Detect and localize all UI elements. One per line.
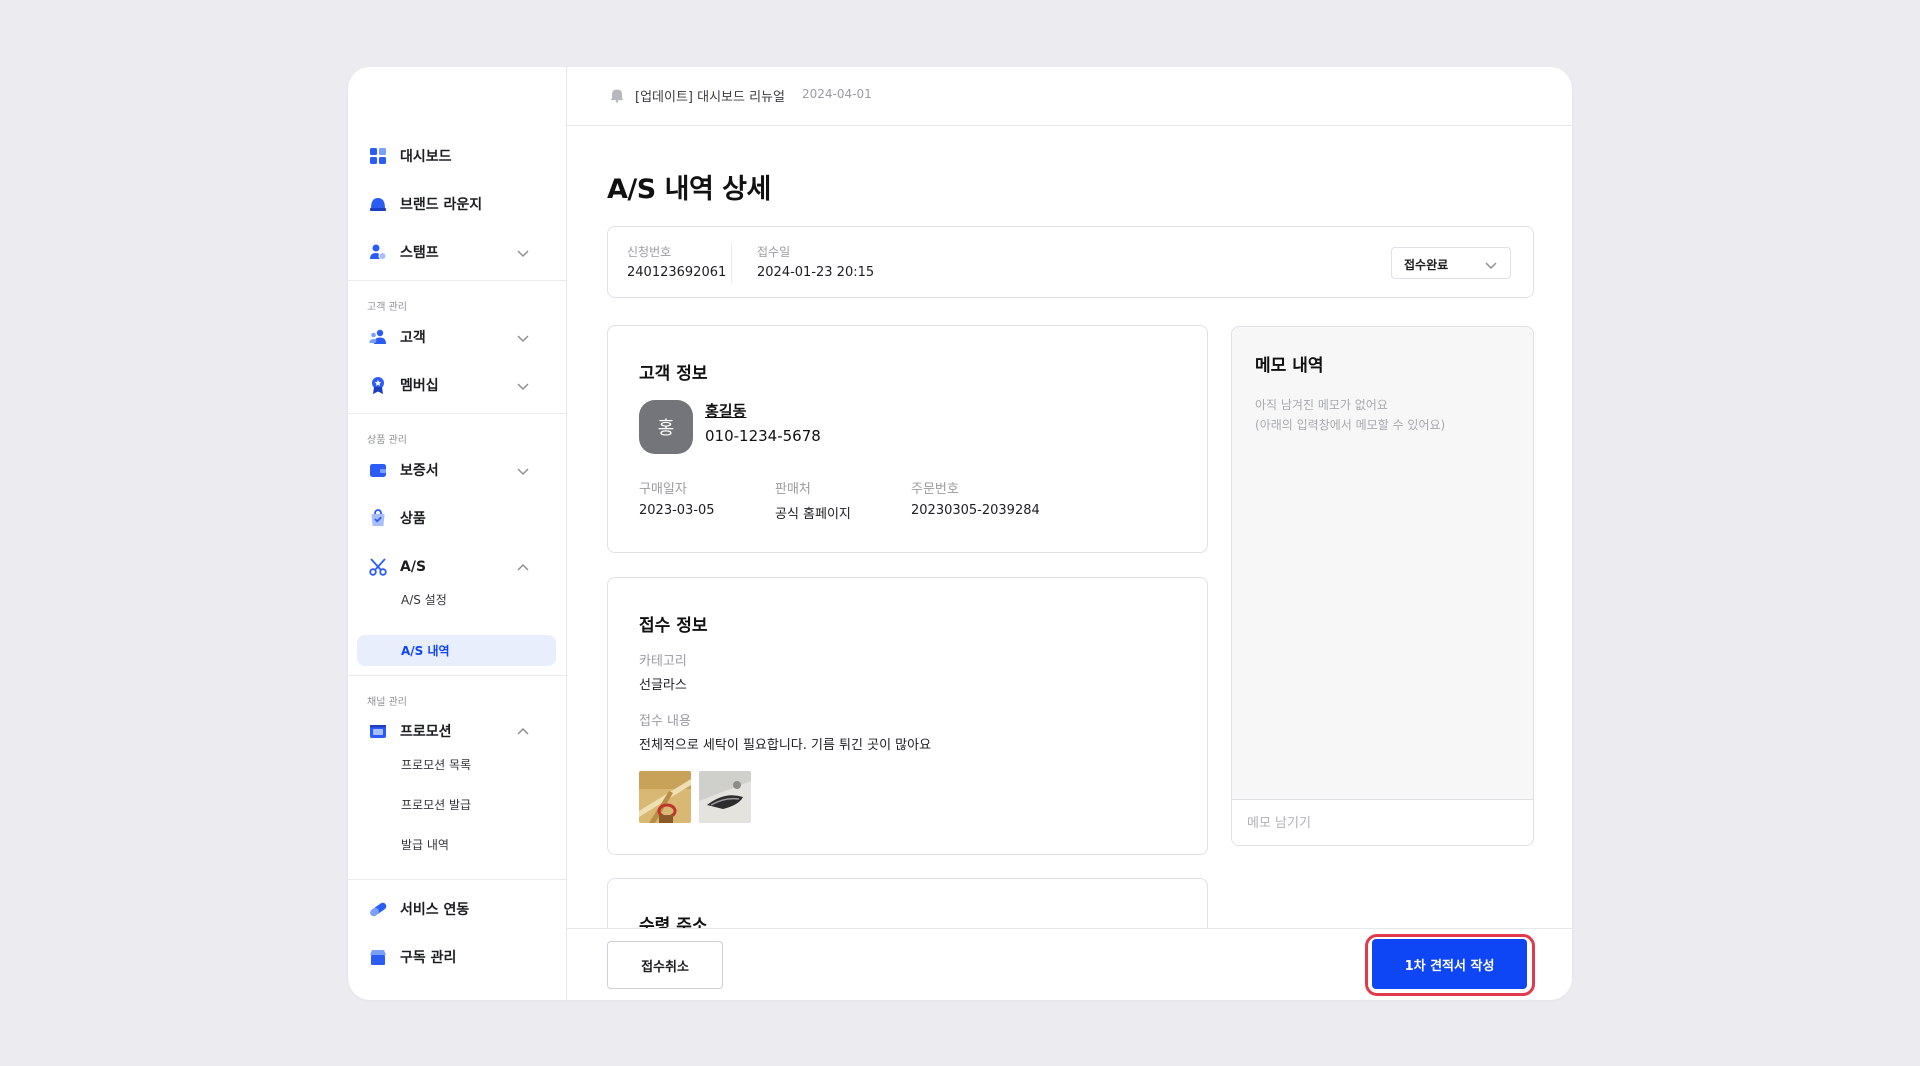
summary-box: 신청번호 240123692061 접수일 2024-01-23 20:15 접… xyxy=(607,226,1534,298)
chevron-up-icon xyxy=(516,724,530,738)
sidebar-subitem-as-history[interactable]: A/S 내역 xyxy=(401,641,450,661)
sidebar-item-label: 스탬프 xyxy=(400,245,439,261)
badge-icon xyxy=(368,375,388,395)
sidebar-subitem-as-settings[interactable]: A/S 설정 xyxy=(401,590,447,610)
cancel-reception-button[interactable]: 접수취소 xyxy=(607,941,723,989)
attachment-thumbnail[interactable] xyxy=(699,771,751,823)
order-no-label: 주문번호 xyxy=(911,482,959,497)
sidebar-item-label: 대시보드 xyxy=(400,149,452,165)
chevron-down-icon xyxy=(516,378,530,392)
status-select[interactable]: 접수완료 xyxy=(1391,247,1511,279)
main-content: [업데이트] 대시보드 리뉴얼 2024-04-01 A/S 내역 상세 신청번… xyxy=(567,67,1572,1000)
section-title-product: 상품 관리 xyxy=(367,435,407,446)
sidebar-item-customer[interactable]: 고객 xyxy=(368,321,550,353)
dashboard-icon xyxy=(368,146,388,166)
notice-date: 2024-04-01 xyxy=(802,87,872,101)
wallet-icon xyxy=(368,460,388,480)
sidebar-item-label: 상품 xyxy=(400,511,426,527)
sidebar-divider xyxy=(348,675,566,676)
seller-label: 판매처 xyxy=(775,482,811,497)
request-no-label: 신청번호 xyxy=(627,245,672,259)
received-at: 2024-01-23 20:15 xyxy=(757,265,875,280)
category-label: 카테고리 xyxy=(639,654,687,669)
stamp-icon xyxy=(368,242,388,262)
lounge-icon xyxy=(368,194,388,214)
memo-panel: 메모 내역 아직 남겨진 메모가 없어요 (아래의 입력창에서 메모할 수 있어… xyxy=(1231,326,1534,846)
memo-empty-line: 아직 남겨진 메모가 없어요 xyxy=(1255,398,1388,412)
sidebar-item-label: 구독 관리 xyxy=(400,950,457,966)
sidebar-item-label: 브랜드 라운지 xyxy=(400,197,483,213)
attachment-thumbnail[interactable] xyxy=(639,771,691,823)
sidebar-divider xyxy=(348,879,566,880)
chevron-down-icon xyxy=(516,245,530,259)
content-label: 접수 내용 xyxy=(639,714,691,729)
notice-bar[interactable]: [업데이트] 대시보드 리뉴얼 2024-04-01 xyxy=(567,67,1572,126)
sidebar-divider xyxy=(348,280,566,281)
category-value: 선글라스 xyxy=(639,678,687,693)
app-window: 대시보드 브랜드 라운지 스탬프 고객 관리 고객 멤버십 상품 관리 보증서 … xyxy=(348,67,1572,1000)
chevron-down-icon xyxy=(1484,257,1498,271)
purchase-date: 2023-03-05 xyxy=(639,503,715,518)
bell-icon xyxy=(609,87,625,103)
content-value: 전체적으로 세탁이 필요합니다. 기름 튀긴 곳이 많아요 xyxy=(639,738,932,753)
sidebar-subitem-promo-list[interactable]: 프로모션 목록 xyxy=(401,755,471,775)
sidebar-item-stamp[interactable]: 스탬프 xyxy=(368,236,550,268)
reception-card-title: 접수 정보 xyxy=(639,616,708,636)
memo-input[interactable]: 메모 남기기 xyxy=(1232,799,1533,845)
notice-title[interactable]: [업데이트] 대시보드 리뉴얼 xyxy=(635,86,785,105)
sidebar-subitem-promo-issue[interactable]: 프로모션 발급 xyxy=(401,795,471,815)
chevron-up-icon xyxy=(516,560,530,574)
sidebar: 대시보드 브랜드 라운지 스탬프 고객 관리 고객 멤버십 상품 관리 보증서 … xyxy=(348,67,567,1000)
sidebar-item-dashboard[interactable]: 대시보드 xyxy=(368,140,550,172)
sidebar-subitem-issue-history[interactable]: 발급 내역 xyxy=(401,835,449,855)
summary-separator xyxy=(731,243,732,283)
sidebar-item-label: 프로모션 xyxy=(400,724,452,740)
purchase-date-label: 구매일자 xyxy=(639,482,687,497)
sidebar-item-label: 멤버십 xyxy=(400,378,439,394)
memo-empty-line: (아래의 입력창에서 메모할 수 있어요) xyxy=(1255,418,1446,432)
sidebar-item-membership[interactable]: 멤버십 xyxy=(368,369,550,401)
sidebar-item-label: 보증서 xyxy=(400,463,439,479)
sidebar-item-subscription[interactable]: 구독 관리 xyxy=(368,941,550,973)
order-no: 20230305-2039284 xyxy=(911,503,1040,518)
highlight-outline xyxy=(1365,934,1535,996)
status-value: 접수완료 xyxy=(1404,258,1449,272)
sidebar-item-label: 서비스 연동 xyxy=(400,902,470,918)
section-title-channel: 채널 관리 xyxy=(367,697,407,708)
sidebar-item-service[interactable]: 서비스 연동 xyxy=(368,893,550,925)
sidebar-subitem-active-bg xyxy=(357,635,556,666)
chevron-down-icon xyxy=(516,330,530,344)
section-title-customer: 고객 관리 xyxy=(367,302,407,313)
sidebar-item-label: A/S xyxy=(400,559,427,575)
link-pill-icon xyxy=(368,899,388,919)
memo-empty-message: 아직 남겨진 메모가 없어요 (아래의 입력창에서 메모할 수 있어요) xyxy=(1255,395,1445,435)
scissors-icon xyxy=(368,557,388,577)
customer-card-title: 고객 정보 xyxy=(639,364,708,384)
store-icon xyxy=(368,947,388,967)
customer-name-link[interactable]: 홍길동 xyxy=(705,400,746,421)
promotion-icon xyxy=(368,721,388,741)
customer-phone: 010-1234-5678 xyxy=(705,427,821,445)
page-title: A/S 내역 상세 xyxy=(607,174,771,205)
avatar: 홍 xyxy=(639,400,693,454)
reception-card: 접수 정보 카테고리 선글라스 접수 내용 전체적으로 세탁이 필요합니다. 기… xyxy=(607,577,1208,855)
customer-card: 고객 정보 홍 홍길동 010-1234-5678 구매일자 2023-03-0… xyxy=(607,325,1208,553)
received-label: 접수일 xyxy=(757,245,791,259)
shopping-bag-icon xyxy=(368,508,388,528)
sidebar-item-warranty[interactable]: 보증서 xyxy=(368,454,550,486)
sidebar-divider xyxy=(348,413,566,414)
request-no: 240123692061 xyxy=(627,265,727,280)
seller: 공식 홈페이지 xyxy=(775,507,851,522)
chevron-down-icon xyxy=(516,463,530,477)
sidebar-item-brand-lounge[interactable]: 브랜드 라운지 xyxy=(368,188,550,220)
sidebar-item-product[interactable]: 상품 xyxy=(368,502,550,534)
sidebar-item-label: 고객 xyxy=(400,330,426,346)
sidebar-item-as[interactable]: A/S xyxy=(368,551,550,583)
memo-title: 메모 내역 xyxy=(1255,356,1324,376)
sidebar-item-promotion[interactable]: 프로모션 xyxy=(368,715,550,747)
users-icon xyxy=(368,327,388,347)
